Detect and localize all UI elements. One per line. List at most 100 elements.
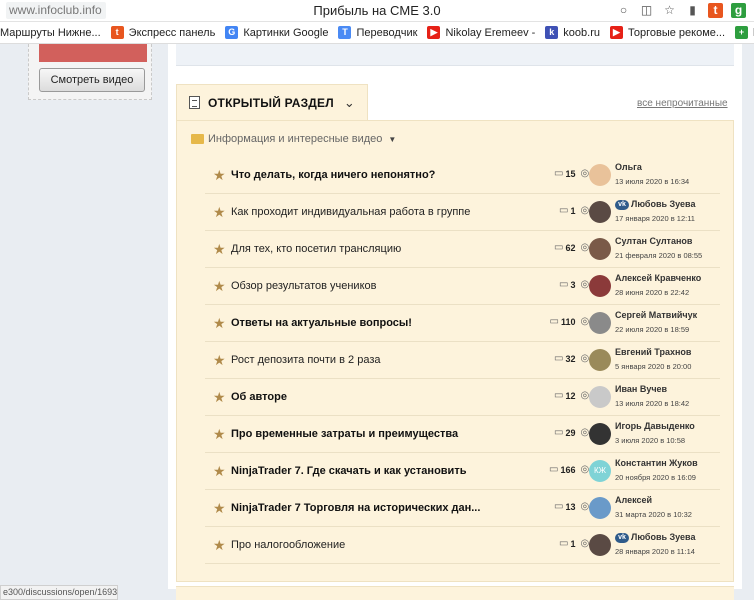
bookmark-item[interactable]: T Переводчик [338, 26, 417, 39]
topic-row[interactable]: ★Про налогообложение▭1◎2K+vkЛюбовь Зуева… [205, 527, 720, 564]
topic-row[interactable]: ★Ответы на актуальные вопросы!▭110◎7K+Се… [205, 305, 720, 342]
avatar[interactable]: КЖ [589, 460, 611, 482]
star-icon[interactable]: ★ [213, 353, 227, 367]
topic-title[interactable]: Рост депозита почти в 2 раза [231, 354, 380, 366]
avatar[interactable] [589, 238, 611, 260]
unread-link[interactable]: все непрочитанные [637, 98, 728, 109]
bookmark-favicon-icon: + [735, 26, 749, 39]
bookmark-favicon-icon: t [110, 26, 124, 39]
comment-icon: ▭ [549, 316, 559, 327]
star-icon[interactable]: ★ [213, 501, 227, 515]
topic-row[interactable]: ★ NinjaTrader 7 Торговля на исторических … [205, 490, 720, 527]
comment-count: 62 [565, 242, 576, 253]
topic-row[interactable]: ★Об авторе▭12◎1K+Иван Вучев13 июля 2020 … [205, 379, 720, 416]
bookmark-item[interactable]: ▶ Nikolay Eremeev - [427, 26, 535, 39]
topic-title[interactable]: Ответы на актуальные вопросы! [231, 317, 412, 329]
comment-icon: ▭ [549, 464, 559, 475]
author-link[interactable]: Евгений Трахнов [615, 347, 691, 357]
topic-title[interactable]: Обзор результатов учеников [231, 280, 376, 292]
bookmark-item[interactable]: G Картинки Google [225, 26, 328, 39]
avatar[interactable] [589, 497, 611, 519]
star-icon[interactable]: ★ [213, 538, 227, 552]
topic-title[interactable]: NinjaTrader 7. Где скачать и как установ… [231, 465, 466, 477]
topic-row[interactable]: ★Рост депозита почти в 2 раза▭32◎4K+Евге… [205, 342, 720, 379]
star-icon[interactable]: ★ [213, 168, 227, 182]
bookmark-icon[interactable]: ▮ [685, 3, 700, 18]
star-icon[interactable]: ★ [213, 316, 227, 330]
bookmark-favicon-icon: G [225, 26, 239, 39]
author-link[interactable]: Султан Султанов [615, 236, 692, 246]
avatar[interactable] [589, 534, 611, 556]
avatar[interactable] [589, 201, 611, 223]
avatar[interactable] [589, 164, 611, 186]
topic-row[interactable]: ★Для тех, кто посетил трансляцию▭62◎4K+С… [205, 231, 720, 268]
section-tab[interactable]: ОТКРЫТЫЙ РАЗДЕЛ ⌄ [176, 84, 368, 120]
eye-icon: ◎ [580, 279, 590, 290]
author-name: Константин Жуков [615, 458, 698, 468]
avatar[interactable] [589, 423, 611, 445]
eye-icon: ◎ [580, 427, 590, 438]
author-link[interactable]: Иван Вучев [615, 384, 667, 394]
bottom-strip [176, 586, 734, 600]
topic-title[interactable]: Что делать, когда ничего непонятно? [231, 169, 435, 181]
author-link[interactable]: Ольга [615, 162, 642, 172]
bookmark-item[interactable]: t Экспресс панель [110, 26, 215, 39]
avatar[interactable] [589, 275, 611, 297]
star-icon[interactable]: ★ [213, 427, 227, 441]
star-icon[interactable]: ★ [213, 279, 227, 293]
extension-t-icon[interactable]: t [708, 3, 723, 18]
cast-icon[interactable]: ◫ [639, 3, 654, 18]
author-name: Алексей Кравченко [615, 273, 702, 283]
topic-row[interactable]: ★Обзор результатов учеников▭3◎1K+Алексей… [205, 268, 720, 305]
headphones-icon[interactable]: ○ [616, 3, 631, 18]
bookmark-label: Картинки Google [243, 26, 329, 39]
video-thumbnail[interactable] [39, 44, 147, 62]
comment-count: 32 [565, 353, 576, 364]
star-icon[interactable]: ★ [213, 464, 227, 478]
post-date: 20 ноября 2020 в 16:09 [615, 473, 696, 482]
vk-icon: vk [615, 532, 629, 543]
topic-title[interactable]: Об авторе [231, 391, 287, 403]
topic-row[interactable]: ★ Про временные затраты и преимущества ▭ 29… [205, 416, 720, 453]
topic-title[interactable]: Про временные затраты и преимущества [231, 428, 458, 440]
star-icon[interactable]: ★ [213, 205, 227, 219]
avatar[interactable] [589, 312, 611, 334]
topic-row[interactable]: ★ Как проходит индивидуальная работа в гр… [205, 194, 720, 231]
author-link[interactable]: Сергей Матвийчук [615, 310, 697, 320]
topic-title[interactable]: Как проходит индивидуальная работа в гру… [231, 206, 470, 218]
star-icon[interactable]: ★ [213, 390, 227, 404]
watch-video-button[interactable]: Смотреть видео [39, 68, 145, 92]
author-name: Любовь Зуева [631, 532, 696, 542]
bookmark-item[interactable]: +https://docs.go... [735, 26, 754, 39]
eye-icon: ◎ [580, 205, 590, 216]
author-link[interactable]: Алексей Кравченко [615, 273, 701, 283]
author-link[interactable]: vk Любовь Зуева [615, 532, 695, 543]
extension-g-icon[interactable]: g [731, 3, 746, 18]
avatar[interactable] [589, 386, 611, 408]
topic-title[interactable]: NinjaTrader 7 Торговля на исторических д… [231, 502, 480, 514]
category-selector[interactable]: Информация и интересные видео ▼ [191, 133, 396, 145]
bookmark-label: koob.ru [563, 26, 600, 39]
author-link[interactable]: Константин Жуков [615, 458, 698, 468]
eye-icon: ◎ [580, 316, 590, 327]
topic-row[interactable]: ★ NinjaTrader 7. Где скачать и как устано… [205, 453, 720, 490]
comment-icon: ▭ [559, 538, 569, 549]
author-link[interactable]: vk Любовь Зуева [615, 199, 695, 210]
star-icon[interactable]: ★ [213, 242, 227, 256]
topic-title[interactable]: Про налогообложение [231, 539, 345, 551]
folder-icon [191, 134, 204, 144]
chevron-down-icon[interactable]: ⌄ [344, 95, 355, 111]
bookmark-item[interactable]: Маршруты Нижне... [0, 27, 101, 39]
topic-row[interactable]: ★ Что делать, когда ничего непонятно? ▭ 15 ◎… [205, 157, 720, 194]
topic-title[interactable]: Для тех, кто посетил трансляцию [231, 243, 401, 255]
vk-icon: vk [615, 199, 629, 210]
bookmark-item[interactable]: k koob.ru [545, 26, 600, 39]
author-name: Ольга [615, 162, 642, 172]
avatar[interactable] [589, 349, 611, 371]
bookmark-label: Маршруты Нижне... [0, 26, 101, 39]
bookmark-item[interactable]: ▶ Торговые рекоме... [610, 26, 725, 39]
author-link[interactable]: Игорь Давыденко [615, 421, 695, 431]
eye-icon: ◎ [580, 501, 590, 512]
author-link[interactable]: Алексей [615, 495, 652, 505]
star-icon[interactable]: ☆ [662, 3, 677, 18]
